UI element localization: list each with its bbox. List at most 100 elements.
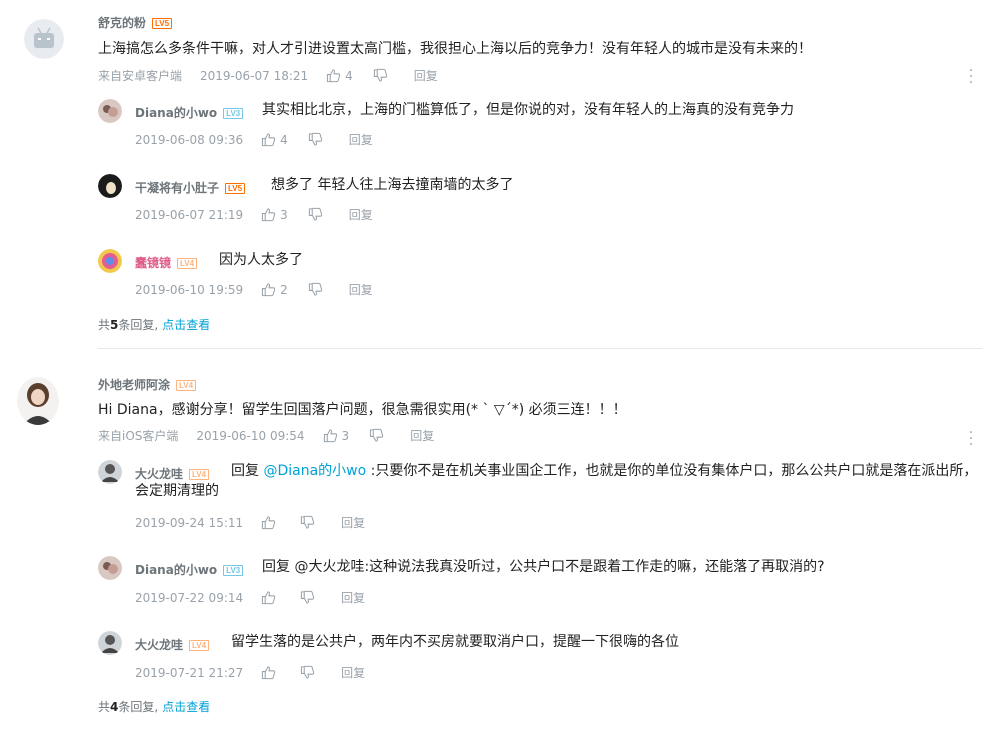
- dislike-button[interactable]: [300, 515, 315, 530]
- reply-button[interactable]: 回复: [349, 131, 373, 148]
- reply-button[interactable]: 回复: [410, 427, 434, 444]
- avatar-icon: [98, 174, 122, 198]
- dislike-button[interactable]: [300, 590, 315, 605]
- reply-meta: 2019-07-21 21:27 回复: [135, 664, 365, 681]
- reply-button[interactable]: 回复: [414, 67, 438, 84]
- thumb-down-icon: [300, 515, 315, 530]
- author-name[interactable]: Diana的小wo: [135, 106, 217, 120]
- dislike-button[interactable]: [300, 665, 315, 680]
- like-button[interactable]: 3: [323, 428, 349, 443]
- more-prefix: 共: [98, 700, 111, 714]
- level-badge: LV5: [152, 18, 173, 29]
- thumb-down-icon: [308, 282, 323, 297]
- comment-text: Hi Diana，感谢分享！留学生回国落户问题，很急需很实用(* ` ▽´*) …: [98, 402, 627, 418]
- like-button[interactable]: [261, 515, 280, 530]
- more-suffix: 条回复,: [118, 700, 159, 714]
- author-name[interactable]: 舒克的粉: [98, 16, 146, 30]
- avatar-icon: [98, 99, 122, 123]
- timestamp: 2019-06-08 09:36: [135, 132, 244, 147]
- reply-meta: 2019-06-10 19:59 2 回复: [135, 281, 373, 298]
- reply-button[interactable]: 回复: [349, 206, 373, 223]
- more-suffix: 条回复,: [118, 318, 159, 332]
- author-name[interactable]: 干凝将有小肚子: [135, 181, 219, 195]
- like-button[interactable]: 2: [261, 282, 288, 297]
- more-replies: 共5条回复, 点击查看: [98, 316, 210, 333]
- divider: [98, 348, 982, 349]
- thumb-up-icon: [261, 207, 276, 222]
- reply-author[interactable]: 干凝将有小肚子 LV5: [135, 179, 246, 196]
- reply-text: 回复 @大火龙哇:这种说法我真没听过，公共户口不是跟着工作走的嘛，还能落了再取消…: [262, 559, 825, 575]
- dislike-button[interactable]: [308, 282, 323, 297]
- like-button[interactable]: 4: [326, 68, 353, 83]
- avatar-icon: [98, 249, 122, 273]
- author-name[interactable]: 大火龙哇: [135, 638, 183, 652]
- like-button[interactable]: [261, 590, 280, 605]
- timestamp: 2019-06-10 09:54: [196, 428, 305, 443]
- view-more-link[interactable]: 点击查看: [162, 700, 210, 714]
- avatar[interactable]: [98, 249, 122, 273]
- reply-button[interactable]: 回复: [341, 514, 365, 531]
- timestamp: 2019-07-21 21:27: [135, 665, 244, 680]
- thumb-down-icon: [373, 68, 388, 83]
- view-more-link[interactable]: 点击查看: [162, 318, 210, 332]
- level-badge: LV4: [177, 258, 198, 269]
- thumb-up-icon: [323, 428, 338, 443]
- thumb-down-icon: [300, 665, 315, 680]
- timestamp: 2019-09-24 15:11: [135, 515, 244, 530]
- more-options-icon[interactable]: · · ·: [966, 64, 976, 90]
- reply-text: 因为人太多了: [219, 252, 303, 268]
- reply-author[interactable]: 蠢镜镜 LV4: [135, 254, 198, 271]
- comment-meta: 来自iOS客户端 2019-06-10 09:54 3 回复: [98, 427, 434, 444]
- level-badge: LV3: [223, 108, 244, 119]
- dislike-button[interactable]: [373, 68, 388, 83]
- timestamp: 2019-06-07 21:19: [135, 207, 244, 222]
- avatar[interactable]: [98, 174, 122, 198]
- mention-link[interactable]: @Diana的小wo: [263, 463, 366, 479]
- reply-button[interactable]: 回复: [341, 664, 365, 681]
- like-button[interactable]: 4: [261, 132, 288, 147]
- comment-meta: 来自安卓客户端 2019-06-07 18:21 4 回复: [98, 67, 438, 84]
- reply-button[interactable]: 回复: [349, 281, 373, 298]
- client-source: 来自安卓客户端: [98, 69, 183, 83]
- dislike-button[interactable]: [369, 428, 384, 443]
- author-name[interactable]: 蠢镜镜: [135, 256, 171, 270]
- thumb-down-icon: [369, 428, 384, 443]
- thumb-up-icon: [261, 515, 276, 530]
- avatar[interactable]: [98, 460, 122, 484]
- dislike-button[interactable]: [308, 207, 323, 222]
- avatar[interactable]: [98, 631, 122, 655]
- comment-author[interactable]: 舒克的粉 LV5: [98, 14, 173, 31]
- author-name[interactable]: 外地老师阿涂: [98, 378, 170, 392]
- author-name[interactable]: Diana的小wo: [135, 563, 217, 577]
- thumb-up-icon: [326, 68, 341, 83]
- reply-text: 回复 @Diana的小wo :只要你不是在机关事业国企工作，也就是你的单位没有集…: [135, 461, 985, 501]
- reply-prefix: 回复: [231, 463, 264, 479]
- avatar[interactable]: [24, 19, 64, 59]
- thumb-down-icon: [300, 590, 315, 605]
- avatar-icon: [98, 556, 122, 580]
- like-button[interactable]: 3: [261, 207, 288, 222]
- thumb-up-icon: [261, 590, 276, 605]
- timestamp: 2019-06-07 18:21: [200, 68, 309, 83]
- reply-meta: 2019-09-24 15:11 回复: [135, 514, 365, 531]
- avatar-icon: [17, 377, 59, 425]
- avatar[interactable]: [17, 377, 59, 425]
- avatar[interactable]: [98, 556, 122, 580]
- reply-author[interactable]: Diana的小wo LV3: [135, 104, 244, 121]
- tv-avatar-icon: [24, 19, 64, 59]
- avatar-icon: [98, 460, 122, 484]
- comment-author[interactable]: 外地老师阿涂 LV4: [98, 376, 197, 393]
- timestamp: 2019-07-22 09:14: [135, 590, 244, 605]
- thumb-down-icon: [308, 207, 323, 222]
- reply-meta: 2019-06-08 09:36 4 回复: [135, 131, 373, 148]
- reply-button[interactable]: 回复: [341, 589, 365, 606]
- reply-author[interactable]: Diana的小wo LV3: [135, 561, 244, 578]
- more-prefix: 共: [98, 318, 111, 332]
- reply-author[interactable]: 大火龙哇 LV4: [135, 636, 210, 653]
- like-button[interactable]: [261, 665, 280, 680]
- avatar[interactable]: [98, 99, 122, 123]
- level-badge: LV4: [176, 380, 197, 391]
- dislike-button[interactable]: [308, 132, 323, 147]
- more-options-icon[interactable]: · · ·: [966, 426, 976, 452]
- level-badge: LV3: [223, 565, 244, 576]
